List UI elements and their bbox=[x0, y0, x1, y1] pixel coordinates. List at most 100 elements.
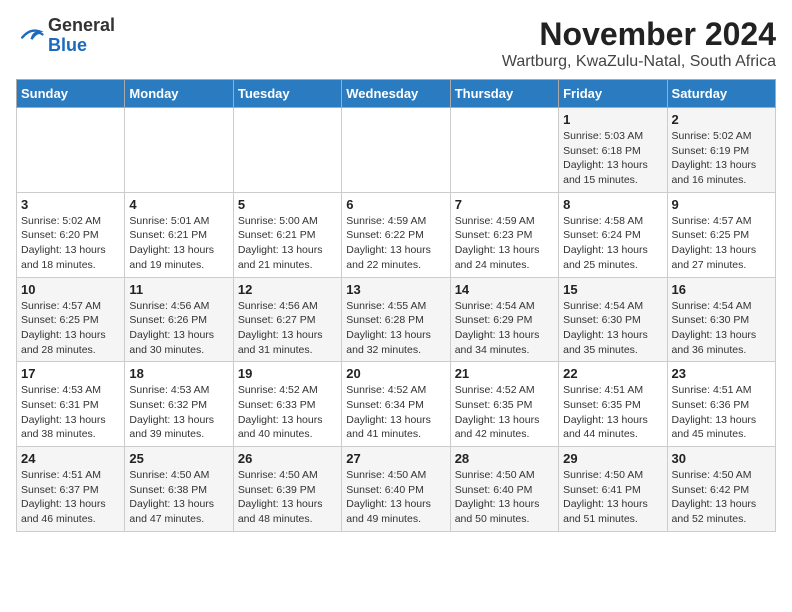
calendar-cell: 22Sunrise: 4:51 AM Sunset: 6:35 PM Dayli… bbox=[559, 362, 667, 447]
logo-text: General Blue bbox=[48, 16, 115, 56]
day-info: Sunrise: 4:52 AM Sunset: 6:35 PM Dayligh… bbox=[455, 383, 554, 442]
day-number: 16 bbox=[672, 282, 771, 297]
day-number: 15 bbox=[563, 282, 662, 297]
calendar-cell: 9 Sunrise: 4:57 AM Sunset: 6:25 PM Daylig… bbox=[667, 192, 775, 277]
week-row-1: 3 Sunrise: 5:02 AM Sunset: 6:20 PM Daylig… bbox=[17, 192, 776, 277]
day-info: Sunrise: 4:53 AM Sunset: 6:31 PM Dayligh… bbox=[21, 383, 120, 442]
day-info: Sunrise: 4:50 AM Sunset: 6:40 PM Dayligh… bbox=[346, 468, 445, 527]
day-number: 26 bbox=[238, 451, 337, 466]
day-info: Sunrise: 4:52 AM Sunset: 6:34 PM Dayligh… bbox=[346, 383, 445, 442]
day-info: Sunrise: 4:51 AM Sunset: 6:37 PM Dayligh… bbox=[21, 468, 120, 527]
day-number: 17 bbox=[21, 366, 120, 381]
logo-blue: Blue bbox=[48, 35, 87, 55]
day-info: Sunrise: 4:59 AM Sunset: 6:23 PM Dayligh… bbox=[455, 214, 554, 273]
week-row-0: 1 Sunrise: 5:03 AM Sunset: 6:18 PM Daylig… bbox=[17, 108, 776, 193]
calendar-cell bbox=[342, 108, 450, 193]
day-number: 29 bbox=[563, 451, 662, 466]
calendar-cell: 5 Sunrise: 5:00 AM Sunset: 6:21 PM Daylig… bbox=[233, 192, 341, 277]
header-day-monday: Monday bbox=[125, 80, 233, 108]
calendar-cell: 15 Sunrise: 4:54 AM Sunset: 6:30 PM Dayli… bbox=[559, 277, 667, 362]
calendar-cell: 25Sunrise: 4:50 AM Sunset: 6:38 PM Dayli… bbox=[125, 447, 233, 532]
day-info: Sunrise: 4:55 AM Sunset: 6:28 PM Dayligh… bbox=[346, 299, 445, 358]
day-number: 30 bbox=[672, 451, 771, 466]
day-info: Sunrise: 4:50 AM Sunset: 6:39 PM Dayligh… bbox=[238, 468, 337, 527]
calendar-table: SundayMondayTuesdayWednesdayThursdayFrid… bbox=[16, 79, 776, 532]
logo: General Blue bbox=[16, 16, 115, 56]
calendar-body: 1 Sunrise: 5:03 AM Sunset: 6:18 PM Daylig… bbox=[17, 108, 776, 532]
day-info: Sunrise: 4:50 AM Sunset: 6:42 PM Dayligh… bbox=[672, 468, 771, 527]
calendar-cell bbox=[233, 108, 341, 193]
calendar-cell: 24Sunrise: 4:51 AM Sunset: 6:37 PM Dayli… bbox=[17, 447, 125, 532]
calendar-cell: 19 Sunrise: 4:52 AM Sunset: 6:33 PM Dayli… bbox=[233, 362, 341, 447]
day-number: 11 bbox=[129, 282, 228, 297]
calendar-cell: 6 Sunrise: 4:59 AM Sunset: 6:22 PM Daylig… bbox=[342, 192, 450, 277]
day-info: Sunrise: 4:53 AM Sunset: 6:32 PM Dayligh… bbox=[129, 383, 228, 442]
calendar-cell: 18 Sunrise: 4:53 AM Sunset: 6:32 PM Dayli… bbox=[125, 362, 233, 447]
day-info: Sunrise: 4:58 AM Sunset: 6:24 PM Dayligh… bbox=[563, 214, 662, 273]
calendar-cell: 7 Sunrise: 4:59 AM Sunset: 6:23 PM Daylig… bbox=[450, 192, 558, 277]
week-row-4: 24Sunrise: 4:51 AM Sunset: 6:37 PM Dayli… bbox=[17, 447, 776, 532]
day-number: 9 bbox=[672, 197, 771, 212]
day-info: Sunrise: 4:50 AM Sunset: 6:41 PM Dayligh… bbox=[563, 468, 662, 527]
header-day-tuesday: Tuesday bbox=[233, 80, 341, 108]
day-number: 5 bbox=[238, 197, 337, 212]
week-row-3: 17 Sunrise: 4:53 AM Sunset: 6:31 PM Dayli… bbox=[17, 362, 776, 447]
day-info: Sunrise: 5:00 AM Sunset: 6:21 PM Dayligh… bbox=[238, 214, 337, 273]
logo-general: General bbox=[48, 15, 115, 35]
day-info: Sunrise: 5:02 AM Sunset: 6:19 PM Dayligh… bbox=[672, 129, 771, 188]
day-number: 6 bbox=[346, 197, 445, 212]
logo-icon bbox=[16, 22, 44, 50]
day-info: Sunrise: 4:54 AM Sunset: 6:30 PM Dayligh… bbox=[563, 299, 662, 358]
day-number: 3 bbox=[21, 197, 120, 212]
calendar-cell: 3 Sunrise: 5:02 AM Sunset: 6:20 PM Daylig… bbox=[17, 192, 125, 277]
calendar-cell: 26 Sunrise: 4:50 AM Sunset: 6:39 PM Dayli… bbox=[233, 447, 341, 532]
calendar-cell: 16 Sunrise: 4:54 AM Sunset: 6:30 PM Dayli… bbox=[667, 277, 775, 362]
day-number: 19 bbox=[238, 366, 337, 381]
calendar-cell: 27 Sunrise: 4:50 AM Sunset: 6:40 PM Dayli… bbox=[342, 447, 450, 532]
day-number: 1 bbox=[563, 112, 662, 127]
calendar-cell: 8 Sunrise: 4:58 AM Sunset: 6:24 PM Daylig… bbox=[559, 192, 667, 277]
day-info: Sunrise: 4:52 AM Sunset: 6:33 PM Dayligh… bbox=[238, 383, 337, 442]
calendar-cell: 11Sunrise: 4:56 AM Sunset: 6:26 PM Dayli… bbox=[125, 277, 233, 362]
header-day-saturday: Saturday bbox=[667, 80, 775, 108]
day-info: Sunrise: 4:51 AM Sunset: 6:35 PM Dayligh… bbox=[563, 383, 662, 442]
calendar-cell: 4Sunrise: 5:01 AM Sunset: 6:21 PM Daylig… bbox=[125, 192, 233, 277]
day-number: 14 bbox=[455, 282, 554, 297]
calendar-cell bbox=[450, 108, 558, 193]
header-day-sunday: Sunday bbox=[17, 80, 125, 108]
day-info: Sunrise: 4:57 AM Sunset: 6:25 PM Dayligh… bbox=[672, 214, 771, 273]
day-info: Sunrise: 4:50 AM Sunset: 6:40 PM Dayligh… bbox=[455, 468, 554, 527]
calendar-cell: 29 Sunrise: 4:50 AM Sunset: 6:41 PM Dayli… bbox=[559, 447, 667, 532]
week-row-2: 10Sunrise: 4:57 AM Sunset: 6:25 PM Dayli… bbox=[17, 277, 776, 362]
header-day-wednesday: Wednesday bbox=[342, 80, 450, 108]
calendar-cell: 21 Sunrise: 4:52 AM Sunset: 6:35 PM Dayli… bbox=[450, 362, 558, 447]
calendar-cell: 14 Sunrise: 4:54 AM Sunset: 6:29 PM Dayli… bbox=[450, 277, 558, 362]
day-info: Sunrise: 4:51 AM Sunset: 6:36 PM Dayligh… bbox=[672, 383, 771, 442]
day-info: Sunrise: 4:54 AM Sunset: 6:30 PM Dayligh… bbox=[672, 299, 771, 358]
day-info: Sunrise: 4:54 AM Sunset: 6:29 PM Dayligh… bbox=[455, 299, 554, 358]
header-day-friday: Friday bbox=[559, 80, 667, 108]
calendar-cell: 10Sunrise: 4:57 AM Sunset: 6:25 PM Dayli… bbox=[17, 277, 125, 362]
header: General Blue November 2024 Wartburg, Kwa… bbox=[16, 16, 776, 71]
day-number: 8 bbox=[563, 197, 662, 212]
calendar-cell: 2 Sunrise: 5:02 AM Sunset: 6:19 PM Daylig… bbox=[667, 108, 775, 193]
day-info: Sunrise: 4:59 AM Sunset: 6:22 PM Dayligh… bbox=[346, 214, 445, 273]
day-info: Sunrise: 5:01 AM Sunset: 6:21 PM Dayligh… bbox=[129, 214, 228, 273]
day-number: 28 bbox=[455, 451, 554, 466]
day-number: 27 bbox=[346, 451, 445, 466]
day-number: 18 bbox=[129, 366, 228, 381]
header-day-thursday: Thursday bbox=[450, 80, 558, 108]
day-number: 12 bbox=[238, 282, 337, 297]
calendar-cell bbox=[125, 108, 233, 193]
subtitle: Wartburg, KwaZulu-Natal, South Africa bbox=[502, 53, 776, 71]
calendar-cell bbox=[17, 108, 125, 193]
calendar-cell: 13Sunrise: 4:55 AM Sunset: 6:28 PM Dayli… bbox=[342, 277, 450, 362]
calendar-cell: 23Sunrise: 4:51 AM Sunset: 6:36 PM Dayli… bbox=[667, 362, 775, 447]
day-info: Sunrise: 5:03 AM Sunset: 6:18 PM Dayligh… bbox=[563, 129, 662, 188]
day-number: 2 bbox=[672, 112, 771, 127]
day-number: 20 bbox=[346, 366, 445, 381]
day-info: Sunrise: 4:56 AM Sunset: 6:27 PM Dayligh… bbox=[238, 299, 337, 358]
day-number: 21 bbox=[455, 366, 554, 381]
day-number: 7 bbox=[455, 197, 554, 212]
day-info: Sunrise: 5:02 AM Sunset: 6:20 PM Dayligh… bbox=[21, 214, 120, 273]
